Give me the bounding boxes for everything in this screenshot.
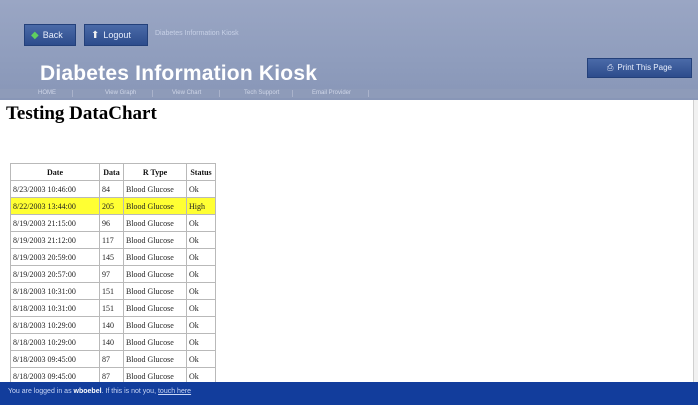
login-status-text: You are logged in as wboebel. If this is… [8,388,192,395]
cell-data: 140 [99,316,124,334]
login-prefix: You are logged in as [8,388,72,395]
cell-status: Ok [186,231,216,249]
cell-date: 8/18/2003 10:29:00 [10,316,100,334]
cell-type: Blood Glucose [123,180,187,198]
cell-type: Blood Glucose [123,333,187,351]
cell-status: Ok [186,316,216,334]
print-button-label: Print This Page [617,63,672,72]
table-row: 8/19/2003 20:59:00 145 Blood Glucose Ok [10,248,216,266]
cell-data: 97 [99,265,124,283]
kiosk-header: ◆ Back ⬆ Logout Diabetes Information Kiosk… [0,0,698,100]
table-row: 8/18/2003 10:31:00 151 Blood Glucose Ok [10,299,216,317]
cell-date: 8/18/2003 10:31:00 [10,282,100,300]
cell-type: Blood Glucose [123,231,187,249]
breadcrumb: Diabetes Information Kiosk [155,30,239,37]
nav-bar: HOME View Graph View Chart Tech Support … [0,89,698,98]
cell-data: 96 [99,214,124,232]
data-chart-table: Date Data R Type Status 8/23/2003 10:46:… [10,163,216,402]
logout-icon: ⬆ [91,30,100,41]
table-row: 8/19/2003 21:15:00 96 Blood Glucose Ok [10,214,216,232]
table-row: 8/19/2003 20:57:00 97 Blood Glucose Ok [10,265,216,283]
column-header-status: Status [186,163,216,181]
cell-data: 117 [99,231,124,249]
cell-data: 151 [99,282,124,300]
table-row: 8/18/2003 09:45:00 87 Blood Glucose Ok [10,350,216,368]
nav-item-view-chart[interactable]: View Chart [172,89,201,98]
back-arrow-icon: ◆ [31,30,39,41]
nav-divider [152,90,153,97]
print-page-button[interactable]: ⎙ Print This Page [587,58,692,78]
cell-status: Ok [186,180,216,198]
cell-data: 205 [99,197,124,215]
vertical-scrollbar[interactable] [693,100,698,382]
cell-status: Ok [186,214,216,232]
cell-data: 145 [99,248,124,266]
cell-type: Blood Glucose [123,214,187,232]
logout-button[interactable]: ⬆ Logout [84,24,148,46]
column-header-date: Date [10,163,100,181]
cell-type: Blood Glucose [123,299,187,317]
logout-button-label: Logout [103,30,131,40]
nav-item-tech-support[interactable]: Tech Support [244,89,279,98]
column-header-type: R Type [123,163,187,181]
login-middle: If this is not you, [105,388,157,395]
nav-divider [292,90,293,97]
logged-in-username: wboebel [73,388,102,395]
cell-data: 140 [99,333,124,351]
switch-user-link[interactable]: touch here [158,388,191,395]
printer-icon: ⎙ [607,63,614,72]
nav-item-view-graph[interactable]: View Graph [105,89,136,98]
cell-status: Ok [186,333,216,351]
nav-divider [368,90,369,97]
cell-date: 8/18/2003 10:29:00 [10,333,100,351]
back-button-label: Back [42,30,63,40]
cell-status: Ok [186,350,216,368]
cell-date: 8/19/2003 21:12:00 [10,231,100,249]
cell-date: 8/22/2003 13:44:00 [10,197,100,215]
cell-status: Ok [186,299,216,317]
cell-status: Ok [186,265,216,283]
nav-item-home[interactable]: HOME [38,89,56,98]
cell-type: Blood Glucose [123,197,187,215]
cell-date: 8/18/2003 09:45:00 [10,350,100,368]
table-row: 8/22/2003 13:44:00 205 Blood Glucose High [10,197,216,215]
table-row: 8/23/2003 10:46:00 84 Blood Glucose Ok [10,180,216,198]
cell-status: Ok [186,248,216,266]
column-header-data: Data [99,163,124,181]
cell-data: 87 [99,350,124,368]
cell-date: 8/19/2003 20:57:00 [10,265,100,283]
nav-item-email-provider[interactable]: Email Provider [312,89,351,98]
table-row: 8/18/2003 10:31:00 151 Blood Glucose Ok [10,282,216,300]
cell-type: Blood Glucose [123,248,187,266]
back-button[interactable]: ◆ Back [24,24,76,46]
cell-date: 8/19/2003 21:15:00 [10,214,100,232]
table-row: 8/18/2003 10:29:00 140 Blood Glucose Ok [10,316,216,334]
page-title: Testing DataChart [6,103,157,124]
site-title: Diabetes Information Kiosk [40,62,318,85]
cell-date: 8/18/2003 10:31:00 [10,299,100,317]
cell-data: 84 [99,180,124,198]
nav-divider [72,90,73,97]
nav-divider [219,90,220,97]
cell-type: Blood Glucose [123,282,187,300]
table-row: 8/19/2003 21:12:00 117 Blood Glucose Ok [10,231,216,249]
cell-status: High [186,197,216,215]
cell-date: 8/23/2003 10:46:00 [10,180,100,198]
table-header-row: Date Data R Type Status [10,163,216,181]
table-row: 8/18/2003 10:29:00 140 Blood Glucose Ok [10,333,216,351]
cell-status: Ok [186,282,216,300]
cell-type: Blood Glucose [123,316,187,334]
cell-type: Blood Glucose [123,265,187,283]
login-status-bar: You are logged in as wboebel. If this is… [0,382,698,405]
cell-data: 151 [99,299,124,317]
cell-type: Blood Glucose [123,350,187,368]
cell-date: 8/19/2003 20:59:00 [10,248,100,266]
